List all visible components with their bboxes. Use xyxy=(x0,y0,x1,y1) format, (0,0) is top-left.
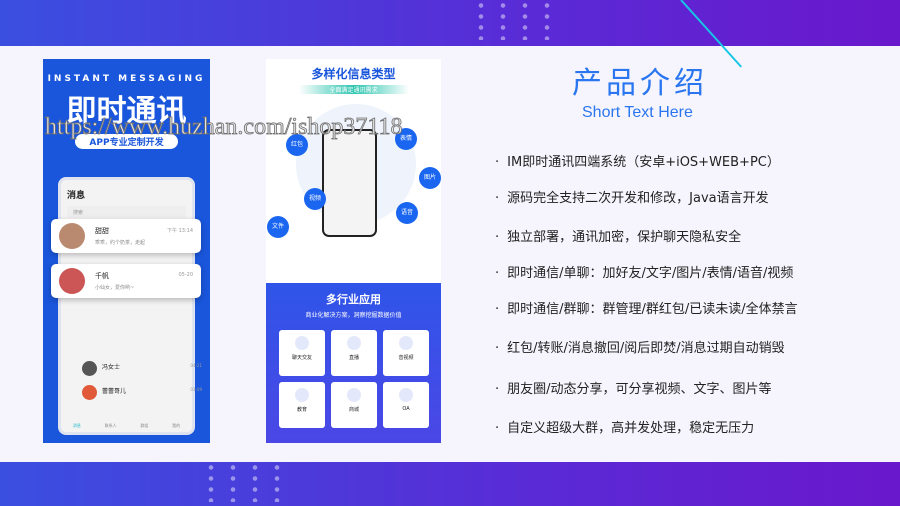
page-subtitle: Short Text Here xyxy=(582,104,693,121)
types-subtitle: 全面满足通讯需求 xyxy=(298,85,409,94)
chat-name: 千帆 xyxy=(95,272,109,280)
top-banner xyxy=(0,0,900,46)
feature-text: 独立部署，通讯加密，保护聊天隐私安全 xyxy=(507,230,742,245)
feature-item: · IM即时通讯四端系统（安卓+iOS+WEB+PC） xyxy=(495,151,780,170)
row-name: 蕾蕾哥儿 xyxy=(102,388,127,395)
bullet: · xyxy=(495,382,500,397)
row-name: 冯女士 xyxy=(102,364,121,371)
bullet: · xyxy=(495,230,500,245)
avatar xyxy=(59,268,85,294)
avatar xyxy=(82,385,97,400)
feature-text: 红包/转账/消息撤回/阅后即焚/消息过期自动销毁 xyxy=(507,341,785,356)
card-label: 聊天交友 xyxy=(291,355,312,361)
oa-icon xyxy=(399,388,413,402)
industry-card: 直播 xyxy=(331,330,377,376)
chat-card: 甜甜乖乖，约个奶茶，走起 下午 13:14 xyxy=(51,219,201,253)
industry-section: 多行业应用 商业化解决方案，洞察挖掘数据价值 聊天交友 直播 音视频 教育 商城… xyxy=(266,283,441,443)
decor-dots xyxy=(200,462,290,502)
chat-msg: 乖乖，约个奶茶，走起 xyxy=(95,240,146,246)
chat-time: 下午 13:14 xyxy=(167,228,193,234)
bullet: · xyxy=(495,191,500,206)
industry-card: 聊天交友 xyxy=(279,330,325,376)
bullet: · xyxy=(495,421,500,436)
watermark: https://www.huzhan.com/ishop37118 xyxy=(45,114,403,141)
video-icon xyxy=(399,336,413,350)
tab: 我的 xyxy=(172,423,181,428)
phone-mockup xyxy=(322,129,377,237)
bubble-image: 图片 xyxy=(419,167,441,189)
feature-text: 即时通信/单聊：加好友/文字/图片/表情/语音/视频 xyxy=(507,266,794,281)
phone-tabbar: 消息 联系人 群组 我的 xyxy=(61,423,192,429)
feature-text: 源码完全支持二次开发和修改，Java语言开发 xyxy=(507,191,769,206)
industry-card: 音视频 xyxy=(383,330,429,376)
feature-item: · 独立部署，通讯加密，保护聊天隐私安全 xyxy=(495,226,741,245)
decor-dots xyxy=(470,0,560,40)
chat-msg: 小仙女，爱你哟~ xyxy=(95,285,135,291)
tab: 联系人 xyxy=(104,423,117,428)
card-label: 直播 xyxy=(348,355,359,361)
live-icon xyxy=(347,336,361,350)
bottom-banner xyxy=(0,462,900,506)
bubble-file: 文件 xyxy=(267,216,289,238)
industry-card: OA xyxy=(383,382,429,428)
tab: 消息 xyxy=(72,423,81,428)
card-label: 音视频 xyxy=(398,355,414,361)
card-label: OA xyxy=(402,406,410,412)
bubble-voice: 语音 xyxy=(396,202,418,224)
promo-en: INSTANT MESSAGING xyxy=(47,74,206,84)
chat-icon xyxy=(295,336,309,350)
industry-title: 多行业应用 xyxy=(326,293,381,306)
feature-item: · 源码完全支持二次开发和修改，Java语言开发 xyxy=(495,187,769,206)
avatar xyxy=(59,223,85,249)
feature-item: · 红包/转账/消息撤回/阅后即焚/消息过期自动销毁 xyxy=(495,337,785,356)
industry-card: 商城 xyxy=(331,382,377,428)
phone-header: 消息 xyxy=(67,191,86,201)
feature-text: 朋友圈/动态分享，可分享视频、文字、图片等 xyxy=(507,382,772,397)
bullet: · xyxy=(495,302,500,317)
row-time: 04-21 xyxy=(190,363,202,368)
card-label: 教育 xyxy=(296,407,307,413)
feature-item: · 即时通信/单聊：加好友/文字/图片/表情/语音/视频 xyxy=(495,262,793,281)
bullet: · xyxy=(495,341,500,356)
avatar xyxy=(82,361,97,376)
shop-icon xyxy=(347,388,361,402)
bullet: · xyxy=(495,266,500,281)
industry-subtitle: 商业化解决方案，洞察挖掘数据价值 xyxy=(305,312,402,319)
phone-mockup: 消息 搜索 冯女士 04-21 蕾蕾哥儿 03-09 消息 联系人 群组 我的 xyxy=(58,177,202,435)
row-time: 03-09 xyxy=(190,387,202,392)
chat-card: 千帆小仙女，爱你哟~ 05-20 xyxy=(51,264,201,298)
page-title: 产品介绍 xyxy=(572,66,708,101)
feature-item: · 朋友圈/动态分享，可分享视频、文字、图片等 xyxy=(495,378,772,397)
feature-text: IM即时通讯四端系统（安卓+iOS+WEB+PC） xyxy=(507,155,780,170)
card-label: 商城 xyxy=(348,407,359,413)
feature-text: 即时通信/群聊：群管理/群红包/已读未读/全体禁言 xyxy=(507,302,798,317)
tab: 群组 xyxy=(140,423,149,428)
chat-time: 05-20 xyxy=(178,272,193,278)
feature-text: 自定义超级大群，高并发处理，稳定无压力 xyxy=(507,421,755,436)
bullet: · xyxy=(495,155,500,170)
phone-search: 搜索 xyxy=(67,206,186,218)
types-title: 多样化信息类型 xyxy=(311,67,396,81)
feature-item: · 自定义超级大群，高并发处理，稳定无压力 xyxy=(495,417,754,436)
industry-card: 教育 xyxy=(279,382,325,428)
bubble-video: 视频 xyxy=(304,188,326,210)
education-icon xyxy=(295,388,309,402)
chat-name: 甜甜 xyxy=(95,227,109,235)
feature-item: · 即时通信/群聊：群管理/群红包/已读未读/全体禁言 xyxy=(495,298,798,317)
